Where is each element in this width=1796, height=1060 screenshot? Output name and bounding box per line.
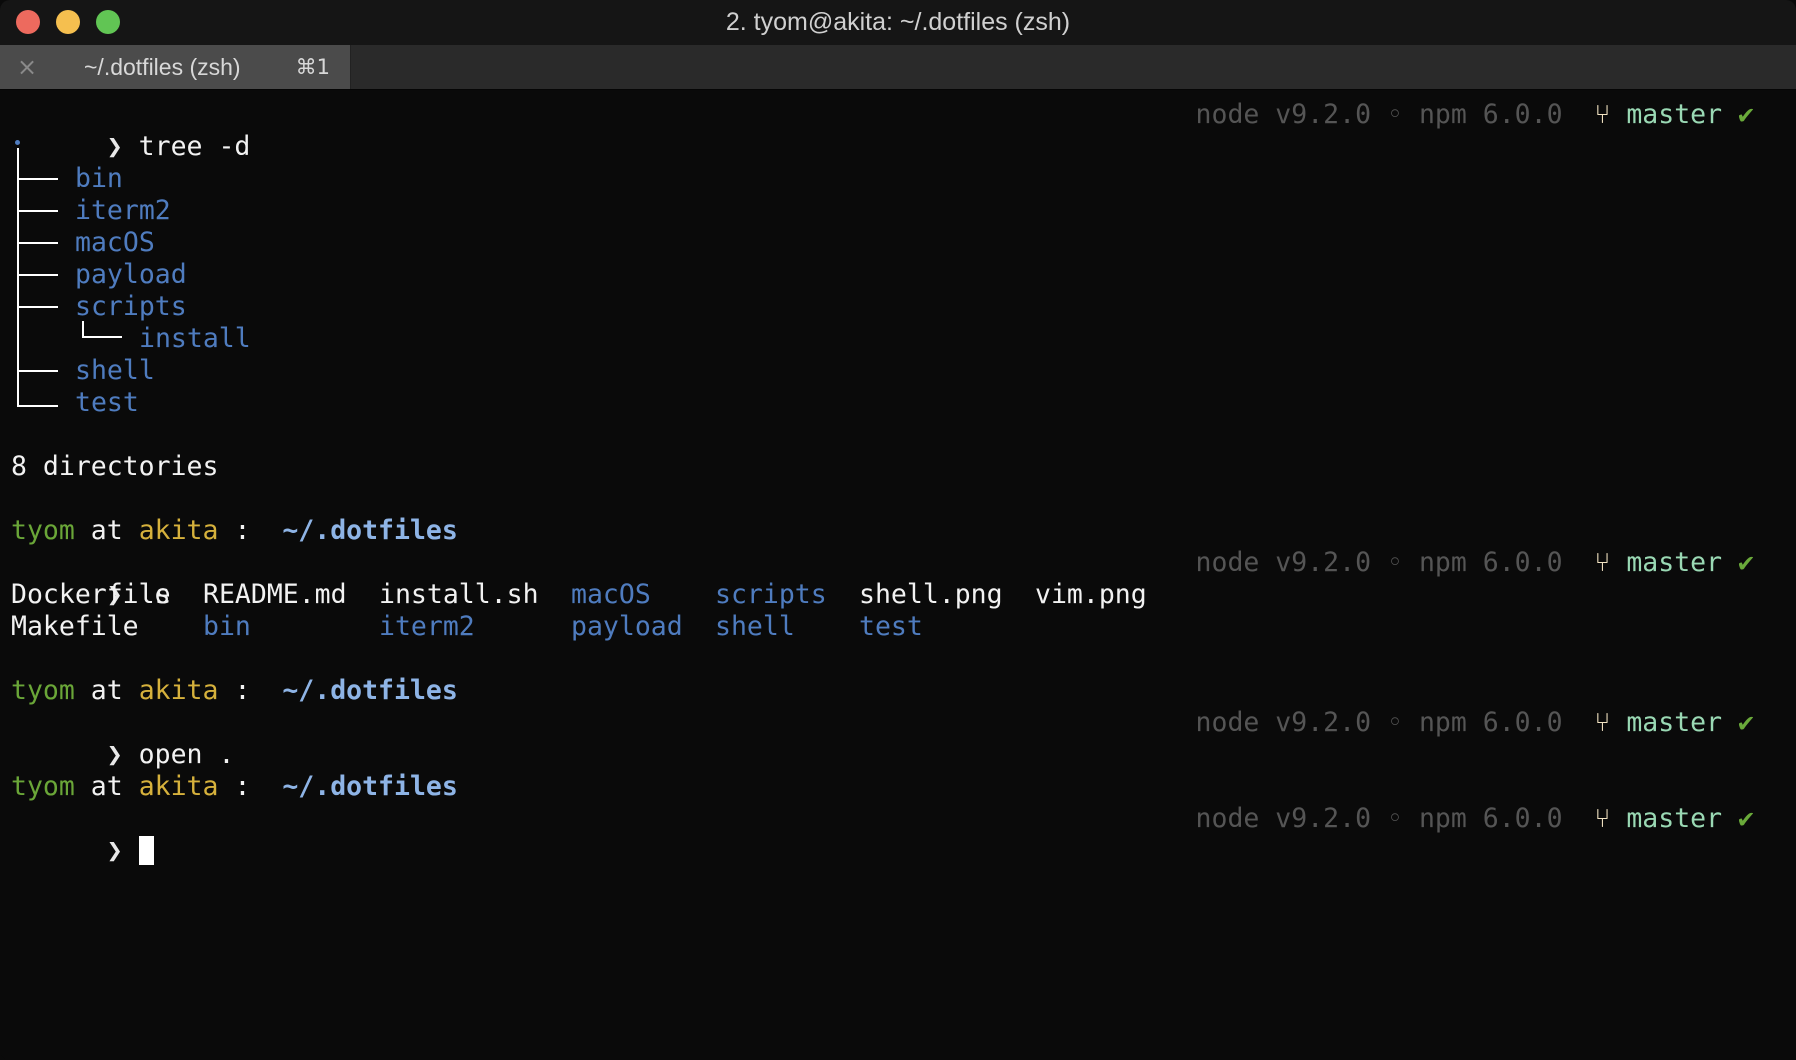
- tab-bar: × ~/.dotfiles (zsh) ⌘1: [0, 45, 1796, 90]
- tree-item-scripts: scripts: [75, 291, 187, 322]
- separator-dot: ◦: [1387, 547, 1403, 578]
- git-branch-icon: ⑂: [1594, 707, 1611, 738]
- prompt-user: tyom: [11, 675, 75, 706]
- git-clean-check-icon: ✔: [1738, 803, 1754, 834]
- npm-version: npm 6.0.0: [1418, 547, 1563, 578]
- tab-dotfiles[interactable]: × ~/.dotfiles (zsh) ⌘1: [0, 45, 351, 89]
- git-branch: master: [1626, 803, 1723, 834]
- prompt-host: akita: [138, 675, 219, 706]
- prompt-symbol: ❯: [106, 835, 123, 866]
- ls-output-row: Makefile bin iterm2 payload shell test: [11, 611, 1776, 643]
- right-prompt: node v9.2.0 ◦ npm 6.0.0 ⑂ master ✔: [1196, 707, 1754, 739]
- tree-branch-line: [17, 405, 58, 407]
- tree-item-macos: macOS: [75, 227, 155, 258]
- title-bar[interactable]: 2. tyom@akita: ~/.dotfiles (zsh): [0, 0, 1796, 46]
- tree-branch-line: [17, 370, 58, 372]
- tree-item-iterm2: iterm2: [75, 195, 171, 226]
- tree-item-payload: payload: [75, 259, 187, 290]
- directory-item: iterm2: [379, 611, 475, 642]
- file-item: vim.png: [1035, 579, 1147, 610]
- tree-trunk-line: [17, 148, 19, 407]
- tree-item-test: test: [75, 387, 139, 418]
- prompt-sep: :: [234, 771, 251, 802]
- tree-branch-line: [17, 274, 58, 276]
- prompt-info-line: tyom at akita : ~/.dotfiles: [11, 675, 1776, 707]
- close-tab-icon[interactable]: ×: [16, 55, 38, 79]
- directory-item: scripts: [715, 579, 827, 610]
- tree-branch-line: [17, 210, 58, 212]
- git-branch: master: [1626, 99, 1723, 130]
- directory-item: shell: [715, 611, 795, 642]
- node-version: node v9.2.0: [1195, 707, 1372, 738]
- window-title: 2. tyom@akita: ~/.dotfiles (zsh): [725, 8, 1071, 36]
- prompt-sep: :: [234, 515, 251, 546]
- git-clean-check-icon: ✔: [1738, 547, 1754, 578]
- prompt-host: akita: [138, 515, 219, 546]
- tree-sub-branch-line: [82, 336, 122, 338]
- directory-item: payload: [571, 611, 683, 642]
- prompt-path: ~/.dotfiles: [282, 675, 458, 706]
- tree-item-shell: shell: [75, 355, 155, 386]
- separator-dot: ◦: [1387, 99, 1403, 130]
- separator-dot: ◦: [1387, 707, 1403, 738]
- right-prompt: node v9.2.0 ◦ npm 6.0.0 ⑂ master ✔: [1196, 803, 1754, 835]
- separator-dot: ◦: [1387, 803, 1403, 834]
- right-prompt: node v9.2.0 ◦ npm 6.0.0 ⑂ master ✔: [1196, 547, 1754, 579]
- file-item: install.sh: [379, 579, 539, 610]
- tree-branch-line: [17, 178, 58, 180]
- right-prompt: node v9.2.0 ◦ npm 6.0.0 ⑂ master ✔: [1196, 99, 1754, 131]
- tree-summary: 8 directories: [11, 451, 219, 482]
- prompt-user: tyom: [11, 515, 75, 546]
- prompt-path: ~/.dotfiles: [282, 771, 458, 802]
- git-clean-check-icon: ✔: [1738, 99, 1754, 130]
- tab-label: ~/.dotfiles (zsh): [84, 54, 241, 80]
- npm-version: npm 6.0.0: [1418, 99, 1563, 130]
- directory-item: bin: [203, 611, 251, 642]
- tree-item-install: install: [139, 323, 251, 354]
- node-version: node v9.2.0: [1195, 99, 1372, 130]
- node-version: node v9.2.0: [1195, 803, 1372, 834]
- prompt-user: tyom: [11, 771, 75, 802]
- prompt-sep: :: [234, 675, 251, 706]
- file-item: README.md: [203, 579, 347, 610]
- file-item: shell.png: [859, 579, 1003, 610]
- node-version: node v9.2.0: [1195, 547, 1372, 578]
- terminal-window: 2. tyom@akita: ~/.dotfiles (zsh) × ~/.do…: [0, 0, 1796, 1060]
- active-command-line[interactable]: ❯ node v9.2.0 ◦ npm 6.0.0 ⑂ master ✔: [11, 803, 1776, 866]
- prompt-path: ~/.dotfiles: [282, 515, 458, 546]
- prompt-info-line: tyom at akita : ~/.dotfiles: [11, 515, 1776, 547]
- terminal-output[interactable]: ❯ tree -d node v9.2.0 ◦ npm 6.0.0 ⑂ mast…: [0, 99, 1796, 1049]
- prompt-at: at: [90, 771, 123, 802]
- ls-output-row: Dockerfile README.md install.sh macOS sc…: [11, 579, 1776, 611]
- text-cursor: [138, 836, 154, 865]
- npm-version: npm 6.0.0: [1418, 803, 1563, 834]
- prompt-info-line: tyom at akita : ~/.dotfiles: [11, 771, 1776, 803]
- prompt-host: akita: [138, 771, 219, 802]
- file-item: Dockerfile: [11, 579, 171, 610]
- git-branch: master: [1626, 707, 1723, 738]
- prompt-at: at: [90, 675, 123, 706]
- tree-item-bin: bin: [75, 163, 123, 194]
- prompt-symbol: ❯: [106, 739, 123, 770]
- git-branch: master: [1626, 547, 1723, 578]
- file-item: Makefile: [11, 611, 139, 642]
- directory-item: test: [859, 611, 923, 642]
- git-branch-icon: ⑂: [1594, 99, 1611, 130]
- directory-item: macOS: [571, 579, 651, 610]
- git-branch-icon: ⑂: [1594, 803, 1611, 834]
- npm-version: npm 6.0.0: [1418, 707, 1563, 738]
- tree-root-dot: [15, 140, 20, 145]
- tab-shortcut: ⌘1: [295, 55, 330, 79]
- git-clean-check-icon: ✔: [1738, 707, 1754, 738]
- command-text: tree -d: [138, 131, 251, 162]
- tree-branch-line: [17, 242, 58, 244]
- command-line: ❯ tree -d node v9.2.0 ◦ npm 6.0.0 ⑂ mast…: [11, 99, 1776, 162]
- prompt-symbol: ❯: [106, 131, 123, 162]
- command-line: ❯ ls node v9.2.0 ◦ npm 6.0.0 ⑂ master ✔: [11, 547, 1776, 610]
- command-line: ❯ open . node v9.2.0 ◦ npm 6.0.0 ⑂ maste…: [11, 707, 1776, 770]
- command-text: open .: [138, 739, 235, 770]
- tree-branch-line: [17, 306, 58, 308]
- prompt-at: at: [90, 515, 123, 546]
- git-branch-icon: ⑂: [1594, 547, 1611, 578]
